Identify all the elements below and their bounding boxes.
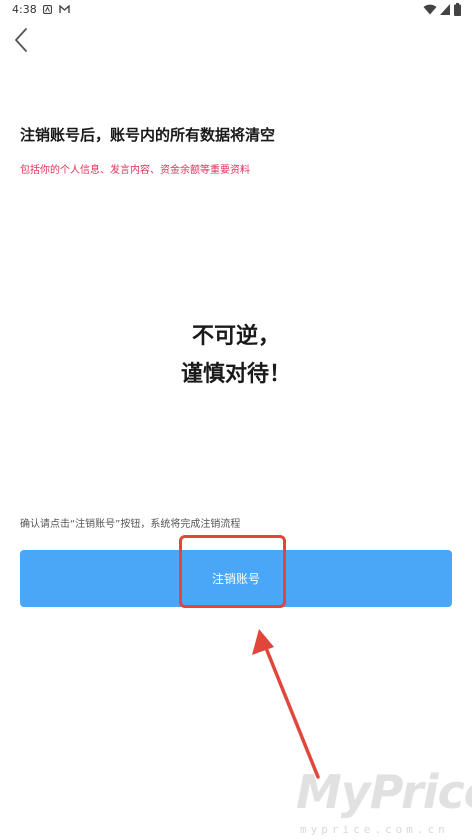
annotation-arrow-icon [252,629,320,779]
notification-a-icon [43,5,52,14]
watermark-main: MyPrice [296,765,472,819]
status-bar: 4:38 [0,0,472,20]
warning-line-2: 谨慎对待！ [180,362,291,387]
irreversible-warning: 不可逆， 谨慎对待！ [0,318,472,394]
watermark-sub: myprice.com.cn [300,823,449,836]
annotation-highlight-box [179,535,286,608]
data-loss-note: 包括你的个人信息、发言内容、资金余额等重要资料 [20,165,250,176]
chevron-left-icon [15,28,27,52]
wifi-icon [423,4,437,15]
watermark: MyPrice myprice.com.cn [296,765,472,840]
page-title: 注销账号后，账号内的所有数据将清空 [20,126,276,144]
notification-m-icon [59,5,70,13]
battery-icon [454,3,461,16]
status-time: 4:38 [12,3,37,16]
back-button[interactable] [10,26,34,54]
signal-icon [440,4,450,15]
confirm-hint: 确认请点击“注销账号”按钮，系统将完成注销流程 [20,519,241,530]
warning-line-1: 不可逆， [191,324,280,349]
